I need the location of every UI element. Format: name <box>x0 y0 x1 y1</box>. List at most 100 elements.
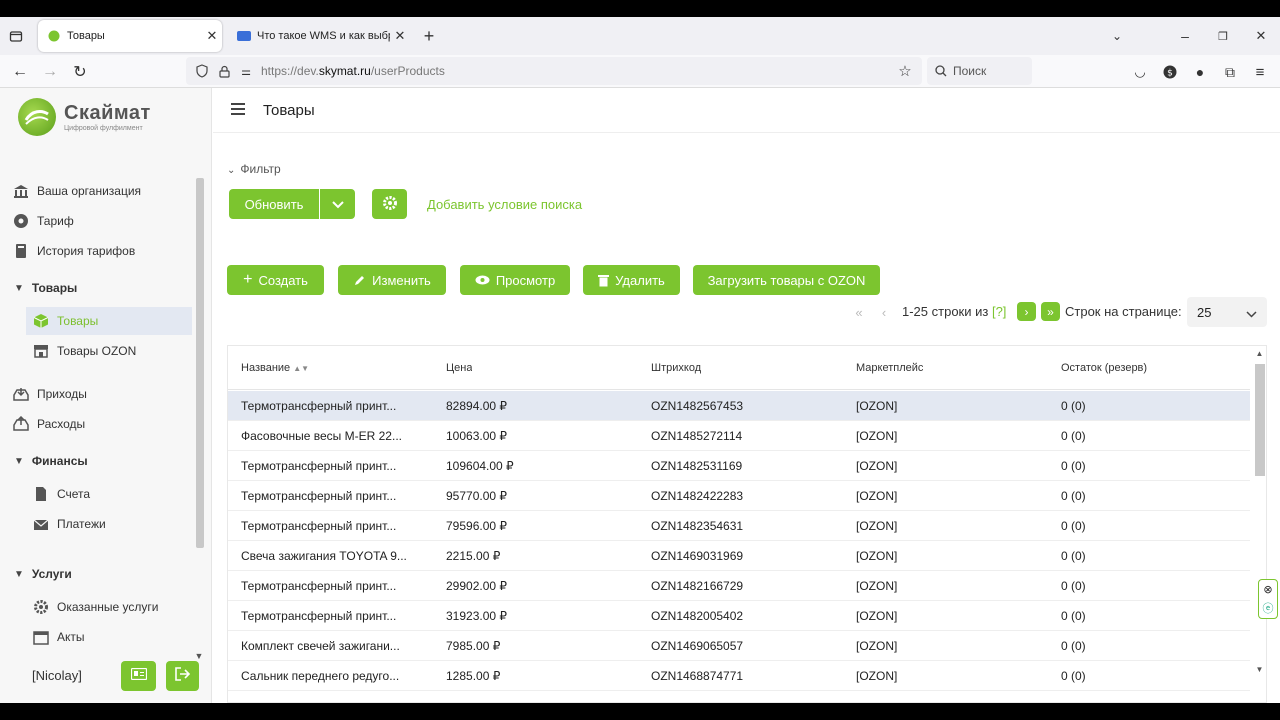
logout-button[interactable] <box>166 660 199 691</box>
sidebar-item-tariff-history[interactable]: История тарифов <box>0 237 192 265</box>
prev-page-icon[interactable]: ‹ <box>877 305 891 320</box>
restore-icon[interactable]: ❐ <box>1214 27 1232 45</box>
cell-stock: 0 (0) <box>1061 518 1086 533</box>
sidebar-item-acts[interactable]: Акты <box>0 623 192 648</box>
table-row[interactable]: Термотрансферный принт... 31923.00 ₽ OZN14… <box>228 601 1250 631</box>
sidebar-item-rendered-services[interactable]: Оказанные услуги <box>0 593 192 621</box>
sidebar-item-payments[interactable]: Платежи <box>0 510 192 538</box>
browser-search-input[interactable]: Поиск <box>927 57 1032 85</box>
create-button[interactable]: + Создать <box>227 265 324 295</box>
logo[interactable]: Скаймат Цифровой фулфилмент <box>18 98 151 136</box>
column-header-marketplace[interactable]: Маркетплейс <box>856 362 923 374</box>
close-tab-icon[interactable]: ✕ <box>202 28 222 44</box>
refresh-dropdown-button[interactable] <box>320 189 355 219</box>
table-scrollbar-thumb[interactable] <box>1255 364 1265 476</box>
bank-icon <box>12 182 30 200</box>
back-icon[interactable]: ← <box>11 63 29 81</box>
import-ozon-button[interactable]: Загрузить товары с OZON <box>693 265 880 295</box>
file-icon <box>32 485 50 503</box>
logo-mark-icon <box>18 98 56 136</box>
cell-price: 109604.00 ₽ <box>446 458 514 473</box>
menu-icon[interactable]: ≡ <box>1251 63 1269 81</box>
delete-button[interactable]: Удалить <box>583 265 680 295</box>
bookmark-star-icon[interactable]: ☆ <box>896 62 914 80</box>
create-label: Создать <box>258 272 308 288</box>
sidebar-item-label: Тариф <box>37 214 74 228</box>
sidebar-item-label: Ваша организация <box>37 184 142 198</box>
sidebar-item-tariff[interactable]: Тариф <box>0 207 192 235</box>
extensions-puzzle-icon[interactable]: ⧉ <box>1221 63 1239 81</box>
import-ozon-label: Загрузить товары с OZON <box>707 272 866 288</box>
account-icon[interactable]: $ <box>1161 63 1179 81</box>
sidebar-scrollbar-thumb[interactable] <box>196 178 204 548</box>
tab-overflow-icon[interactable]: ⌄ <box>1108 27 1126 45</box>
add-search-condition-link[interactable]: Добавить условие поиска <box>427 197 582 212</box>
hamburger-menu-icon[interactable] <box>231 103 245 115</box>
table-row[interactable]: Термотрансферный принт... 29902.00 ₽ OZN14… <box>228 571 1250 601</box>
table-row[interactable]: Термотрансферный принт... 109604.00 ₽ OZN1… <box>228 451 1250 481</box>
table-row[interactable]: Сальник переднего редуго... 1285.00 ₽ OZN1… <box>228 661 1250 691</box>
scroll-down-icon[interactable]: ▼ <box>1255 664 1264 674</box>
cell-barcode: OZN1469065057 <box>651 638 744 653</box>
sidebar-section-services[interactable]: ▼ Услуги <box>0 560 192 588</box>
column-header-barcode[interactable]: Штрихкод <box>651 362 701 374</box>
gear-icon <box>382 195 398 214</box>
refresh-button[interactable]: Обновить <box>229 189 319 219</box>
sidebar-section-products[interactable]: ▼ Товары <box>0 274 192 302</box>
close-widget-icon[interactable]: ⊗ <box>1261 582 1275 596</box>
column-header-stock[interactable]: Остаток (резерв) <box>1061 362 1147 374</box>
sidebar-scrollbar[interactable] <box>196 178 204 638</box>
sidebar-section-finance[interactable]: ▼ Финансы <box>0 447 192 475</box>
sidebar-section-title: Финансы <box>31 454 88 468</box>
sidebar-item-organization[interactable]: Ваша организация <box>0 177 192 205</box>
tab-list-icon[interactable] <box>8 28 24 44</box>
address-bar[interactable]: ⚌ https://dev.skymat.ru/userProducts ☆ <box>186 57 922 85</box>
extension-icon[interactable]: ● <box>1191 63 1209 81</box>
table-row[interactable]: Термотрансферный принт... 95770.00 ₽ OZN14… <box>228 481 1250 511</box>
next-page-button[interactable]: › <box>1017 302 1036 321</box>
gear-badge-icon <box>12 212 30 230</box>
cell-barcode: OZN1482005402 <box>651 608 744 623</box>
table-row[interactable]: Термотрансферный принт... 82894.00 ₽ OZN14… <box>228 391 1250 421</box>
scroll-up-icon[interactable]: ▲ <box>1255 348 1264 358</box>
sidebar-item-outgoing[interactable]: Расходы <box>0 410 192 438</box>
column-header-name[interactable]: Название ▲▼ <box>241 362 309 374</box>
close-tab-icon[interactable]: ✕ <box>390 28 410 44</box>
shield-icon[interactable] <box>194 63 210 79</box>
browser-tab[interactable]: Что такое WMS и как выбрать ✕ <box>228 20 410 52</box>
sidebar-item-ozon-products[interactable]: Товары OZON <box>0 337 192 365</box>
lock-icon[interactable] <box>216 63 232 79</box>
edit-button[interactable]: Изменить <box>338 265 446 295</box>
table-row[interactable]: Комплект свечей зажигани... 7985.00 ₽ OZN1… <box>228 631 1250 661</box>
browser-tab-active[interactable]: Товары ✕ <box>38 20 222 52</box>
view-button[interactable]: Просмотр <box>460 265 570 295</box>
pocket-icon[interactable]: ◡ <box>1131 63 1149 81</box>
sidebar-item-products[interactable]: Товары <box>26 307 192 335</box>
filter-label: Фильтр <box>240 162 281 176</box>
table-scrollbar[interactable]: ▲ ▼ <box>1252 346 1266 676</box>
permissions-icon[interactable]: ⚌ <box>238 63 254 79</box>
close-window-icon[interactable]: ✕ <box>1252 27 1270 45</box>
widget-icon[interactable]: ⓔ <box>1261 601 1275 615</box>
sidebar-item-invoices[interactable]: Счета <box>0 480 192 508</box>
first-page-icon[interactable]: « <box>852 305 866 320</box>
minimize-icon[interactable]: – <box>1176 27 1194 45</box>
table-row[interactable]: Термотрансферный принт... 79596.00 ₽ OZN14… <box>228 511 1250 541</box>
cell-name: Термотрансферный принт... <box>241 458 397 473</box>
table-row[interactable]: Фасовочные весы M-ER 22... 10063.00 ₽ OZN1… <box>228 421 1250 451</box>
side-widget[interactable]: ⊗ ⓔ <box>1258 579 1278 619</box>
table-row[interactable]: Свеча зажигания TOYOTA 9... 2215.00 ₽ OZN1… <box>228 541 1250 571</box>
reload-icon[interactable]: ↻ <box>71 63 89 81</box>
filter-toggle[interactable]: ⌄ Фильтр <box>227 162 281 176</box>
new-tab-icon[interactable]: + <box>420 26 438 46</box>
cell-price: 7985.00 ₽ <box>446 638 501 653</box>
forward-icon[interactable]: → <box>41 63 59 81</box>
filter-settings-button[interactable] <box>372 189 407 219</box>
last-page-button[interactable]: » <box>1041 302 1060 321</box>
rows-per-page-select[interactable]: 25 <box>1187 297 1267 327</box>
plus-icon: + <box>243 271 253 288</box>
profile-button[interactable] <box>121 660 156 691</box>
column-header-price[interactable]: Цена <box>446 362 472 374</box>
search-icon <box>934 64 948 78</box>
sidebar-item-incoming[interactable]: Приходы <box>0 380 192 408</box>
